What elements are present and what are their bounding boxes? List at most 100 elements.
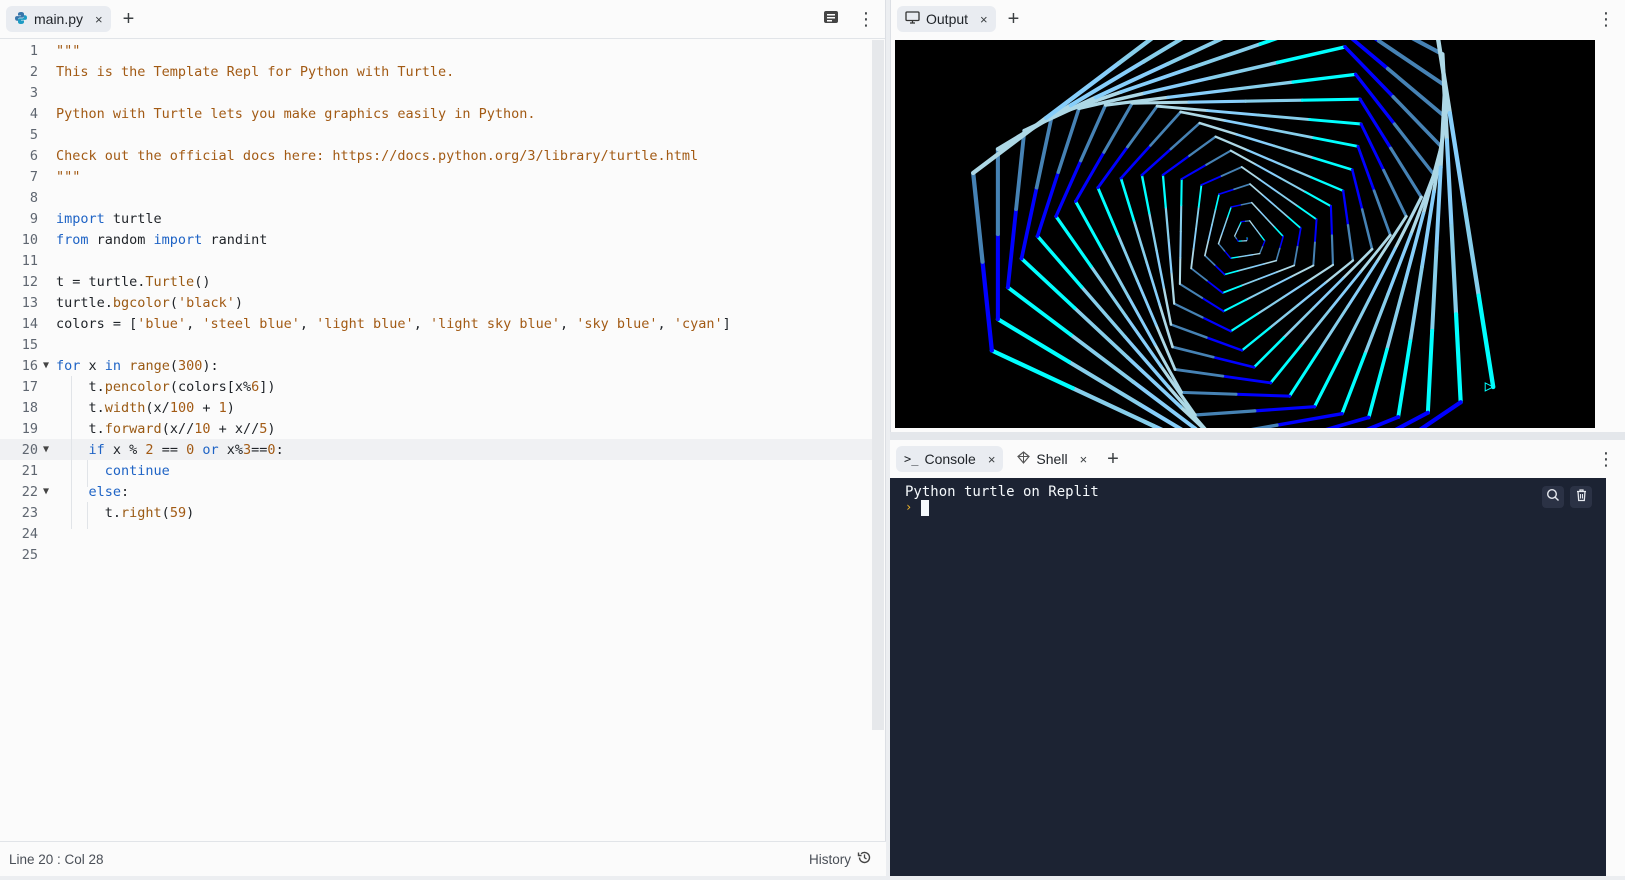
more-options-icon[interactable]: ⋮ [1597,10,1615,28]
turtle-stroke [1155,249,1165,289]
turtle-stroke [1263,259,1278,265]
code-line[interactable]: 5 [0,124,872,145]
editor-scrollbar[interactable] [872,40,884,730]
fold-arrow-icon[interactable]: ▼ [38,486,54,497]
line-number: 13 [21,294,38,311]
turtle-stroke [1197,183,1203,208]
code-line[interactable]: 20 ▼ if x % 2 == 0 or x%3==0: [0,439,872,460]
turtle-stroke [1360,208,1374,251]
fold-arrow-icon[interactable]: ▼ [38,360,54,371]
code-line[interactable]: 10 from random import randint [0,229,872,250]
code-line[interactable]: 8 [0,187,872,208]
turtle-stroke [1229,256,1239,259]
turtle-stroke [1430,247,1439,333]
turtle-stroke [1054,214,1093,268]
search-button[interactable] [1542,486,1564,508]
turtle-stroke [1014,128,1027,211]
code-line[interactable]: 6 Check out the official docs here: https… [0,145,872,166]
turtle-stroke [1356,144,1376,193]
turtle-stroke [1312,241,1316,267]
close-icon[interactable]: × [1080,452,1088,467]
add-tab-button[interactable]: + [123,9,135,29]
console-output[interactable]: Python turtle on Replit › [890,478,1606,876]
turtle-stroke [1237,255,1246,258]
turtle-stroke [1211,208,1217,226]
line-number: 5 [29,126,38,143]
more-options-icon[interactable]: ⋮ [857,10,875,28]
tab-console[interactable]: >_ Console × [896,446,1004,472]
turtle-stroke [1342,189,1350,227]
close-icon[interactable]: × [988,452,996,467]
turtle-stroke [1391,94,1444,149]
code-line[interactable]: 17 t.pencolor(colors[x%6]) [0,376,872,397]
turtle-stroke [1195,205,1200,230]
code-line[interactable]: 11 [0,250,872,271]
code-line[interactable]: 24 [0,523,872,544]
clear-console-button[interactable] [1570,486,1592,508]
turtle-stroke [1366,347,1389,420]
code-line[interactable]: 22 ▼ else: [0,481,872,502]
turtle-stroke [1056,106,1081,174]
tab-shell[interactable]: Shell × [1009,446,1095,472]
editor-pane: main.py × + ⋮ 1 """ 2 This is the Template … [0,0,886,876]
line-number: 15 [21,336,38,353]
turtle-stroke [1425,328,1435,415]
fold-arrow-icon[interactable]: ▼ [38,444,54,455]
close-icon[interactable]: × [95,12,103,27]
code-line[interactable]: 14 colors = ['blue', 'steel blue', 'light… [0,313,872,334]
code-line[interactable]: 23 t.right(59) [0,502,872,523]
turtle-stroke [1250,263,1265,269]
notes-icon[interactable] [823,10,839,29]
code-text: import turtle [56,210,162,227]
tab-main-py[interactable]: main.py × [6,6,111,32]
turtle-stroke [1278,235,1284,250]
turtle-stroke [1169,121,1201,151]
code-line[interactable]: 1 """ [0,40,872,61]
tab-label: Shell [1036,451,1068,467]
tab-label: Output [926,11,969,27]
code-line[interactable]: 4 Python with Turtle lets you make graphi… [0,103,872,124]
code-line[interactable]: 3 [0,82,872,103]
turtle-stroke [1277,191,1299,208]
code-editor[interactable]: 1 """ 2 This is the Template Repl for Pytho… [0,40,872,840]
tab-output[interactable]: Output × [897,6,996,32]
code-line[interactable]: 18 t.width(x/100 + 1) [0,397,872,418]
code-line[interactable]: 21 continue [0,460,872,481]
turtle-stroke [1275,45,1347,65]
code-line[interactable]: 7 """ [0,166,872,187]
code-line[interactable]: 9 import turtle [0,208,872,229]
close-icon[interactable]: × [980,12,988,27]
code-line[interactable]: 12 t = turtle.Turtle() [0,271,872,292]
turtle-stroke [1249,183,1264,196]
code-line[interactable]: 16 ▼ for x in range(300): [0,355,872,376]
turtle-stroke [1089,264,1128,318]
turtle-stroke [1205,336,1244,352]
turtle-stroke [1140,173,1151,215]
code-line[interactable]: 19 t.forward(x//10 + x//5) [0,418,872,439]
code-line[interactable]: 15 [0,334,872,355]
code-line[interactable]: 25 [0,544,872,565]
console-line: Python turtle on Replit [905,484,1099,500]
history-button[interactable]: History [809,850,872,868]
code-line[interactable]: 13 turtle.bgcolor('black') [0,292,872,313]
turtle-stroke [1208,60,1280,80]
turtle-stroke [1204,254,1216,266]
add-tab-button[interactable]: + [1107,449,1119,469]
code-text: """ [56,42,81,59]
turtle-stroke [971,170,985,264]
turtle-stroke [1287,216,1302,230]
pane-resize-handle[interactable] [890,432,1625,440]
turtle-stroke [1256,295,1285,316]
monitor-icon [905,11,920,27]
turtle-stroke [980,259,994,353]
code-text: colors = ['blue', 'steel blue', 'light b… [56,315,731,332]
more-options-icon[interactable]: ⋮ [1597,450,1615,468]
add-tab-button[interactable]: + [1008,9,1020,29]
turtle-stroke [1198,121,1239,136]
turtle-canvas[interactable] [895,40,1595,428]
code-text: t = turtle.Turtle() [56,273,211,290]
line-number: 2 [29,63,38,80]
code-line[interactable]: 2 This is the Template Repl for Python wi… [0,61,872,82]
turtle-stroke [1170,271,1176,305]
turtle-stroke [1447,110,1467,207]
